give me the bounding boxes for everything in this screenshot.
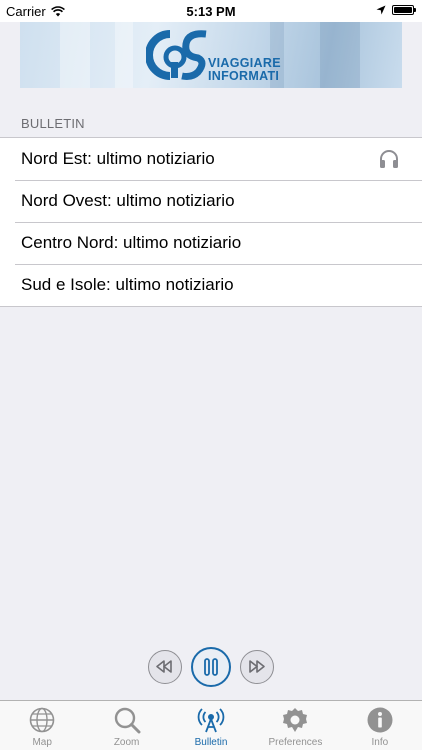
tab-info[interactable]: Info xyxy=(338,701,422,750)
magnifier-icon xyxy=(114,707,141,734)
cis-logo xyxy=(146,30,207,80)
battery-icon xyxy=(392,5,416,15)
banner-line1: VIAGGIARE xyxy=(208,56,281,70)
tab-preferences[interactable]: Preferences xyxy=(253,701,337,750)
radio-antenna-icon xyxy=(197,708,225,733)
status-bar: Carrier 5:13 PM xyxy=(0,0,422,22)
tab-label: Map xyxy=(32,737,52,748)
fast-forward-button[interactable] xyxy=(240,650,274,684)
status-right xyxy=(376,5,416,15)
tab-label: Zoom xyxy=(113,737,140,748)
bulletin-label: Sud e Isole: ultimo notiziario xyxy=(21,275,234,294)
rewind-button[interactable] xyxy=(148,650,182,684)
tab-bulletin[interactable]: Bulletin xyxy=(169,701,253,750)
tab-label: Bulletin xyxy=(194,737,228,748)
info-icon xyxy=(367,707,393,733)
tab-map[interactable]: Map xyxy=(0,701,84,750)
gear-icon xyxy=(283,708,308,732)
status-time: 5:13 PM xyxy=(186,4,236,19)
bulletin-list: Nord Est: ultimo notiziario Nord Ovest: … xyxy=(0,137,422,307)
tab-label: Preferences xyxy=(268,737,323,748)
bulletin-label: Nord Est: ultimo notiziario xyxy=(21,149,215,168)
fast-forward-icon xyxy=(249,660,265,673)
headphones-icon xyxy=(380,150,398,168)
tab-label: Info xyxy=(371,737,389,748)
globe-icon xyxy=(29,707,55,733)
tab-zoom[interactable]: Zoom xyxy=(84,701,168,750)
bulletin-label: Centro Nord: ultimo notiziario xyxy=(21,233,242,252)
banner: VIAGGIARE INFORMATI xyxy=(20,22,402,88)
bulletin-item-centro-nord[interactable]: Centro Nord: ultimo notiziario xyxy=(0,222,422,264)
section-title: BULLETIN xyxy=(21,116,85,131)
pause-button[interactable] xyxy=(191,647,231,687)
pause-icon xyxy=(204,658,218,676)
rewind-icon xyxy=(156,660,172,673)
tab-bar: Map Zoom Bulletin Preferences Info xyxy=(0,700,422,750)
player-controls xyxy=(0,647,422,692)
location-arrow-icon xyxy=(376,5,386,15)
bulletin-label: Nord Ovest: ultimo notiziario xyxy=(21,191,235,210)
banner-line2: INFORMATI xyxy=(208,69,280,83)
bulletin-item-sud-isole[interactable]: Sud e Isole: ultimo notiziario xyxy=(0,264,422,306)
bulletin-item-nord-ovest[interactable]: Nord Ovest: ultimo notiziario xyxy=(0,180,422,222)
bulletin-item-nord-est[interactable]: Nord Est: ultimo notiziario xyxy=(0,138,422,180)
